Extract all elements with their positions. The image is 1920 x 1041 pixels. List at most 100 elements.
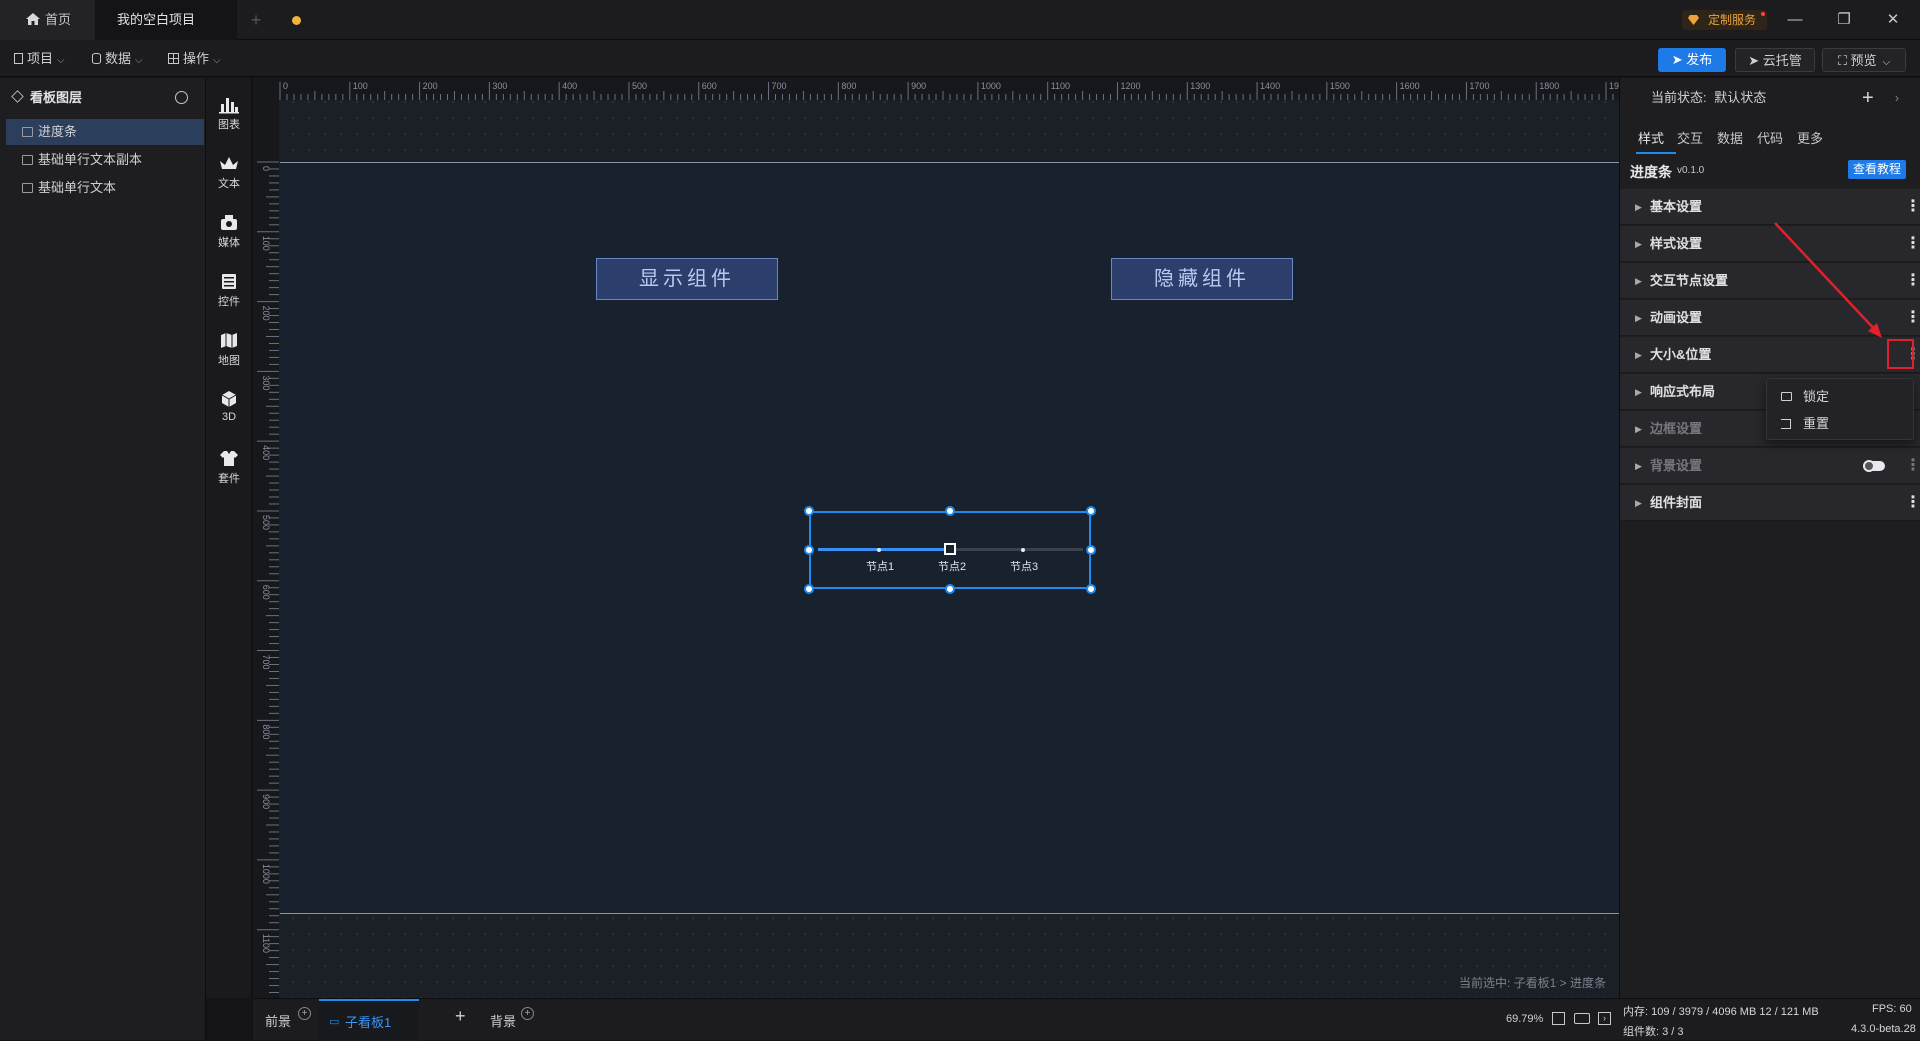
more-vertical-icon[interactable]: ⋮ (1905, 263, 1920, 299)
layer-item[interactable]: 基础单行文本副本 (6, 147, 204, 173)
layers-icon (11, 90, 24, 103)
more-vertical-icon[interactable]: ⋮ (1905, 485, 1920, 521)
publish-button[interactable]: ➤ 发布 (1658, 48, 1726, 72)
restore-button[interactable]: ❐ (1820, 0, 1868, 40)
ruler-label: 1900 (1609, 81, 1619, 91)
resize-handle[interactable] (804, 506, 814, 516)
chevron-right-icon[interactable]: › (1895, 78, 1899, 118)
layer-item[interactable]: 基础单行文本 (6, 175, 204, 201)
caret-right-icon: ▶ (1635, 350, 1642, 360)
show-component-button[interactable]: 显示组件 (596, 258, 778, 300)
image-icon (22, 155, 33, 165)
chart-icon (219, 98, 239, 114)
component-3d[interactable]: 3D (206, 383, 252, 433)
state-value[interactable]: 默认状态 (1714, 90, 1766, 105)
tab-interaction[interactable]: 交互 (1677, 128, 1703, 147)
menu-project[interactable]: 项目 ⌵ (14, 48, 65, 70)
send-icon: ➤ (1671, 52, 1687, 67)
add-background-icon[interactable]: + (521, 1007, 534, 1020)
ruler-label: 1800 (1539, 81, 1559, 91)
menu-ops[interactable]: 操作 ⌵ (168, 48, 221, 70)
component-control[interactable]: 控件 (206, 265, 252, 315)
ruler-label: 700 (772, 81, 787, 91)
caret-right-icon: ▶ (1635, 498, 1642, 508)
add-state-icon[interactable]: + (1862, 78, 1874, 118)
resize-handle[interactable] (804, 545, 814, 555)
layer-item[interactable]: 进度条 (6, 119, 204, 145)
ruler-label: 900 (261, 794, 271, 809)
caret-right-icon: ▶ (1635, 461, 1642, 471)
tab-project[interactable]: 我的空白项目 (95, 0, 301, 40)
map-icon (221, 333, 237, 348)
more-vertical-icon[interactable]: ⋮ (1905, 226, 1920, 262)
component-text[interactable]: 文本 (206, 147, 252, 197)
section-cover[interactable]: ▶ 组件封面 ⋮ (1620, 485, 1920, 521)
layer-item-label: 基础单行文本 (38, 180, 117, 195)
resize-handle[interactable] (945, 584, 955, 594)
section-context-menu: 锁定 重置 (1766, 378, 1914, 440)
fit-screen-icon[interactable] (1552, 1012, 1565, 1025)
menu-item-reset[interactable]: 重置 (1767, 411, 1915, 437)
memory-status: 内存: 109 / 3979 / 4096 MB 12 / 121 MB (1623, 1006, 1819, 1018)
minimize-button[interactable]: — (1771, 0, 1819, 40)
terminal-icon[interactable]: › (1598, 1012, 1611, 1025)
home-icon (26, 13, 40, 25)
more-vertical-icon[interactable]: ⋮ (1905, 300, 1920, 336)
search-icon[interactable] (175, 91, 188, 104)
menu-data[interactable]: 数据 ⌵ (92, 48, 143, 70)
layers-panel: 看板图层 进度条 基础单行文本副本 基础单行文本 (0, 78, 206, 1040)
section-label: 背景设置 (1650, 458, 1703, 473)
selection-box[interactable] (809, 511, 1091, 589)
custom-service-button[interactable]: 定制服务 (1682, 10, 1767, 30)
resize-handle[interactable] (945, 506, 955, 516)
add-board-button[interactable]: + (455, 1006, 466, 1027)
tab-style[interactable]: 样式 (1638, 128, 1664, 147)
component-bar: 图表 文本 媒体 控件 地图 3D 套件 (206, 78, 252, 998)
background-toggle[interactable] (1863, 460, 1885, 472)
board-tabs-bar: 前景 + ▭ 子看板1 + 背景 + (253, 998, 1619, 1041)
cloud-hosting-button[interactable]: ➤ 云托管 (1735, 48, 1815, 72)
tutorial-button[interactable]: 查看教程 (1848, 160, 1906, 179)
tab-home[interactable]: 首页 (0, 0, 95, 40)
new-tab-button[interactable]: + (246, 0, 266, 40)
notification-dot-icon (1761, 12, 1765, 16)
add-front-icon[interactable]: + (298, 1007, 311, 1020)
tab-front[interactable]: 前景 (265, 1011, 291, 1030)
chevron-down-icon: ⌵ (135, 55, 143, 66)
resize-handle[interactable] (1086, 584, 1096, 594)
more-vertical-icon[interactable]: ⋮ (1905, 189, 1920, 225)
tab-data[interactable]: 数据 (1717, 128, 1743, 147)
menu-project-label: 项目 (27, 51, 54, 66)
ruler-label: 800 (841, 81, 856, 91)
ruler-label: 300 (261, 375, 271, 390)
section-label: 动画设置 (1650, 310, 1703, 325)
resize-handle[interactable] (1086, 545, 1096, 555)
ruler-label: 400 (261, 445, 271, 460)
control-icon (222, 274, 236, 289)
component-kit[interactable]: 套件 (206, 442, 252, 492)
hide-component-button[interactable]: 隐藏组件 (1111, 258, 1293, 300)
preview-label: 预览 (1850, 53, 1877, 68)
ruler-label: 1600 (1400, 81, 1420, 91)
component-chart[interactable]: 图表 (206, 88, 252, 138)
component-media[interactable]: 媒体 (206, 206, 252, 256)
resize-handle[interactable] (1086, 506, 1096, 516)
tab-sub-board[interactable]: ▭ 子看板1 (319, 999, 419, 1041)
component-map[interactable]: 地图 (206, 324, 252, 374)
zoom-level[interactable]: 69.79% (1506, 1013, 1543, 1025)
image-icon (22, 127, 33, 137)
tab-background[interactable]: 背景 (490, 1011, 516, 1030)
fps-status: FPS: 60 (1872, 1003, 1912, 1015)
ruler-label: 800 (261, 724, 271, 739)
menu-item-lock[interactable]: 锁定 (1767, 384, 1915, 410)
tab-code[interactable]: 代码 (1757, 128, 1783, 147)
close-button[interactable]: ✕ (1869, 0, 1917, 40)
tab-more[interactable]: 更多 (1797, 128, 1823, 147)
more-vertical-icon[interactable]: ⋮ (1905, 448, 1920, 484)
preview-button[interactable]: ⛶ 预览 ⌵ (1822, 48, 1906, 72)
ruler-label: 1100 (261, 934, 271, 953)
section-label: 交互节点设置 (1650, 273, 1729, 288)
keyboard-icon[interactable] (1574, 1013, 1590, 1024)
resize-handle[interactable] (804, 584, 814, 594)
layers-header: 看板图层 (0, 78, 206, 118)
